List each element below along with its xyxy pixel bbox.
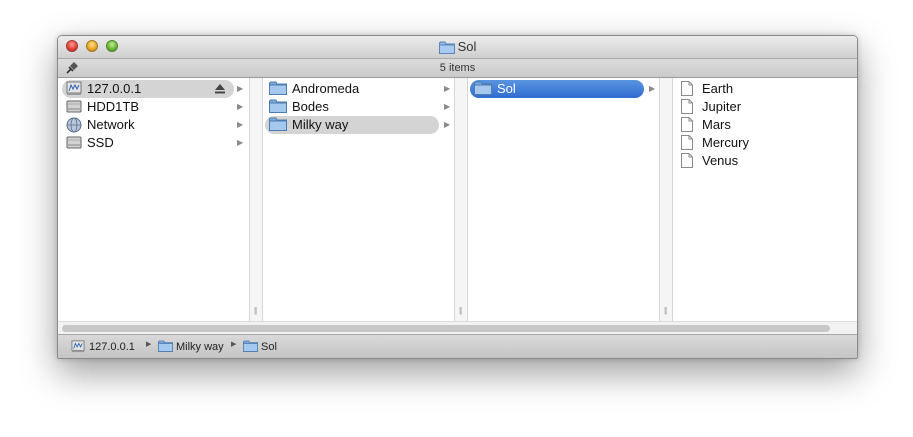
folder-icon	[158, 340, 173, 352]
horizontal-scrollbar[interactable]	[58, 321, 857, 334]
device-label: 127.0.0.1	[87, 81, 142, 96]
resize-grip-icon: ||	[459, 306, 462, 315]
disclosure-arrow-icon: ▶	[237, 138, 244, 147]
folder-icon	[474, 81, 492, 95]
folder-bodes[interactable]: Bodes ▶	[265, 98, 454, 116]
scrollbar-thumb[interactable]	[62, 325, 830, 332]
hard-drive-icon	[66, 136, 82, 149]
device-label: HDD1TB	[87, 99, 140, 114]
device-label: SSD	[87, 135, 114, 150]
network-volume-icon	[66, 81, 82, 95]
path-separator-icon: ▶	[231, 341, 237, 348]
file-label: Mercury	[702, 135, 749, 150]
crumb-label: Milky way	[176, 341, 224, 353]
file-mercury[interactable]: Mercury	[675, 134, 855, 152]
file-label: Earth	[702, 81, 734, 96]
column-planets: Earth Jupiter Mars Mercury Venus	[673, 78, 857, 321]
network-volume-icon	[71, 340, 85, 353]
document-icon	[681, 99, 693, 114]
disclosure-arrow-icon: ▶	[444, 120, 451, 129]
column-systems: Sol ▶	[468, 78, 659, 321]
column-resize-handle[interactable]: ||	[454, 78, 468, 321]
items-count: 5 items	[439, 62, 476, 74]
folder-icon	[243, 340, 258, 352]
resize-grip-icon: ||	[664, 306, 667, 315]
device-ssd[interactable]: SSD ▶	[62, 134, 249, 152]
column-resize-handle[interactable]: ||	[249, 78, 263, 321]
document-icon	[681, 81, 693, 96]
hard-drive-icon	[66, 100, 82, 113]
folder-label: Milky way	[292, 117, 349, 132]
folder-icon	[269, 81, 287, 95]
title-bar[interactable]: Sol	[58, 36, 857, 59]
folder-label: Andromeda	[292, 81, 360, 96]
file-label: Mars	[702, 117, 731, 132]
folder-milky-way[interactable]: Milky way	[265, 116, 439, 134]
file-jupiter[interactable]: Jupiter	[675, 98, 855, 116]
file-label: Jupiter	[702, 99, 742, 114]
crumb-label: Sol	[261, 341, 277, 353]
column-resize-handle[interactable]: ||	[659, 78, 673, 321]
path-separator-icon: ▶	[146, 341, 152, 348]
document-icon	[681, 153, 693, 168]
toolbar: 5 items	[58, 59, 857, 78]
folder-icon	[269, 117, 287, 131]
disclosure-arrow-icon: ▶	[237, 102, 244, 111]
disclosure-arrow-icon: ▶	[237, 120, 244, 129]
disclosure-arrow-holder: ▶	[444, 116, 454, 134]
disclosure-arrow-icon: ▶	[444, 102, 451, 111]
disclosure-arrow-icon: ▶	[444, 84, 451, 93]
column-browser: 127.0.0.1 HDD1TB ▶ Network ▶ SSD ▶ ▶ || …	[58, 78, 857, 321]
window-title: Sol	[58, 39, 857, 55]
file-venus[interactable]: Venus	[675, 152, 855, 170]
folder-icon	[269, 99, 287, 113]
column-galaxies: Andromeda ▶ Bodes ▶ Milky way ▶	[263, 78, 454, 321]
device-127-0-0-1[interactable]: 127.0.0.1	[62, 80, 234, 98]
window-title-text: Sol	[457, 39, 477, 54]
folder-icon	[438, 41, 455, 54]
disclosure-arrow-holder: ▶	[237, 80, 249, 98]
file-earth[interactable]: Earth	[675, 80, 855, 98]
path-bar: 127.0.0.1 ▶ Milky way ▶ Sol	[58, 334, 857, 358]
resize-grip-icon: ||	[254, 306, 257, 315]
folder-label: Sol	[497, 81, 516, 96]
device-network[interactable]: Network ▶	[62, 116, 249, 134]
disclosure-arrow-icon: ▶	[649, 84, 656, 93]
document-icon	[681, 117, 693, 132]
file-mars[interactable]: Mars	[675, 116, 855, 134]
device-hdd1tb[interactable]: HDD1TB ▶	[62, 98, 249, 116]
file-label: Venus	[702, 153, 739, 168]
finder-window: Sol 5 items 127.0.0.1 HDD1TB ▶ Network ▶…	[57, 35, 858, 359]
network-globe-icon	[66, 117, 82, 133]
disclosure-arrow-icon: ▶	[237, 84, 244, 93]
folder-label: Bodes	[292, 99, 329, 114]
crumb-label: 127.0.0.1	[89, 341, 135, 353]
eject-icon[interactable]	[215, 84, 225, 94]
folder-andromeda[interactable]: Andromeda ▶	[265, 80, 454, 98]
disclosure-arrow-holder: ▶	[649, 80, 659, 98]
device-label: Network	[87, 117, 135, 132]
document-icon	[681, 135, 693, 150]
folder-sol[interactable]: Sol	[470, 80, 644, 98]
column-devices: 127.0.0.1 HDD1TB ▶ Network ▶ SSD ▶ ▶	[58, 78, 249, 321]
